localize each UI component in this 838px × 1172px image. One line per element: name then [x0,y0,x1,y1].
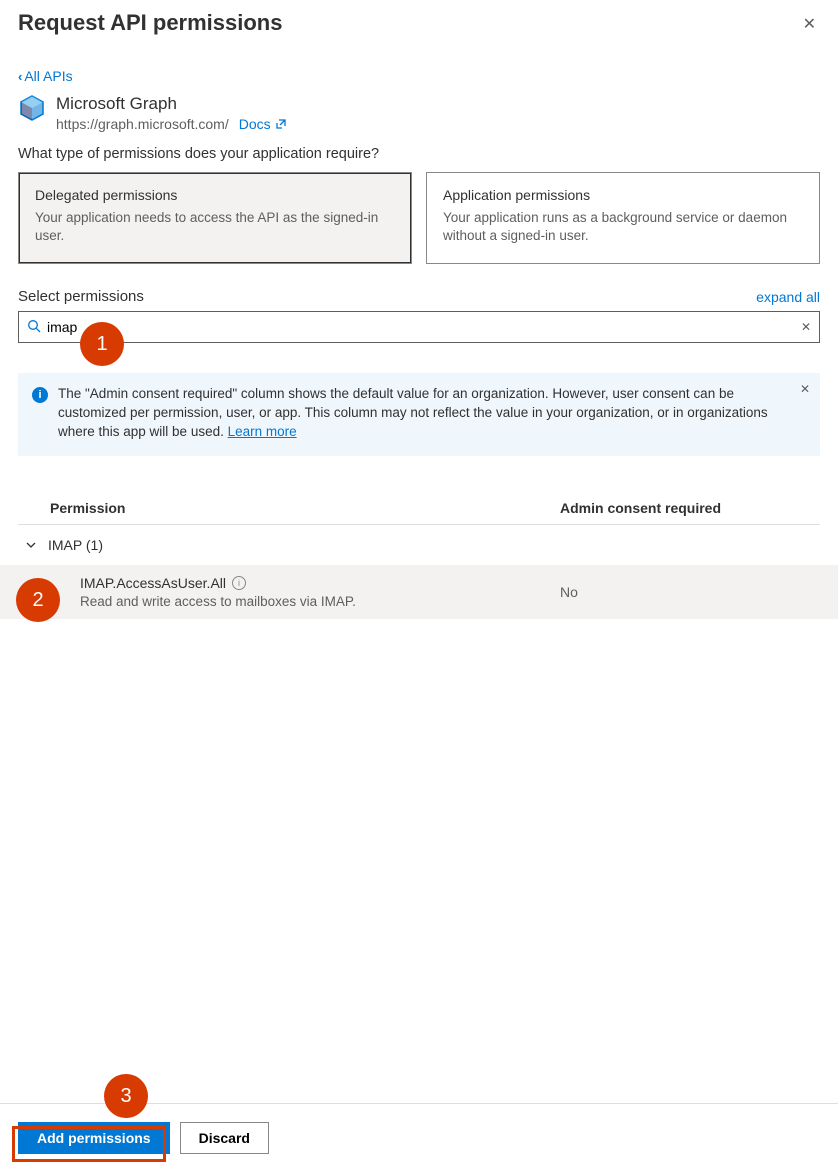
search-icon [27,319,41,336]
chevron-left-icon: ‹ [18,69,22,84]
back-all-apis-link[interactable]: ‹ All APIs [18,68,73,84]
application-title: Application permissions [443,187,803,203]
info-banner-text: The "Admin consent required" column show… [58,386,768,439]
application-desc: Your application runs as a background se… [443,209,803,245]
permission-type-question: What type of permissions does your appli… [18,146,820,162]
learn-more-link[interactable]: Learn more [228,424,297,439]
application-permissions-card[interactable]: Application permissions Your application… [426,172,820,264]
permission-row-imap-accessasuser[interactable]: IMAP.AccessAsUser.All i Read and write a… [0,565,838,619]
docs-link[interactable]: Docs [239,116,287,132]
delegated-title: Delegated permissions [35,187,395,203]
delegated-desc: Your application needs to access the API… [35,209,395,245]
permission-search-input[interactable] [41,319,799,335]
info-icon: i [32,387,48,403]
permissions-table-header: Permission Admin consent required [18,500,820,525]
panel-title: Request API permissions [18,10,282,36]
delegated-permissions-card[interactable]: Delegated permissions Your application n… [18,172,412,264]
permission-description: Read and write access to mailboxes via I… [80,594,560,609]
docs-link-label: Docs [239,116,271,132]
discard-button[interactable]: Discard [180,1122,269,1154]
external-link-icon [275,118,287,130]
back-link-label: All APIs [24,68,72,84]
microsoft-graph-icon [18,94,46,122]
permission-checkbox[interactable] [24,583,42,601]
api-name: Microsoft Graph [56,94,287,114]
clear-search-icon[interactable]: ✕ [799,320,813,334]
dismiss-banner-icon[interactable]: ✕ [800,381,810,398]
admin-consent-info-banner: i The "Admin consent required" column sh… [18,373,820,456]
select-permissions-label: Select permissions [18,288,144,305]
permission-search-box[interactable]: ✕ [18,311,820,343]
api-url: https://graph.microsoft.com/ [56,116,229,132]
column-admin-consent: Admin consent required [560,500,820,516]
group-label: IMAP (1) [48,537,103,553]
close-icon[interactable]: ✕ [799,10,820,38]
footer-actions: Add permissions Discard [0,1103,838,1172]
add-permissions-button[interactable]: Add permissions [18,1122,170,1154]
column-permission: Permission [50,500,560,516]
expand-all-link[interactable]: expand all [756,289,820,305]
permission-id: IMAP.AccessAsUser.All [80,575,226,591]
admin-consent-value: No [560,584,820,600]
help-icon[interactable]: i [232,576,246,590]
chevron-down-icon [24,538,38,552]
permission-group-imap[interactable]: IMAP (1) [18,525,820,565]
